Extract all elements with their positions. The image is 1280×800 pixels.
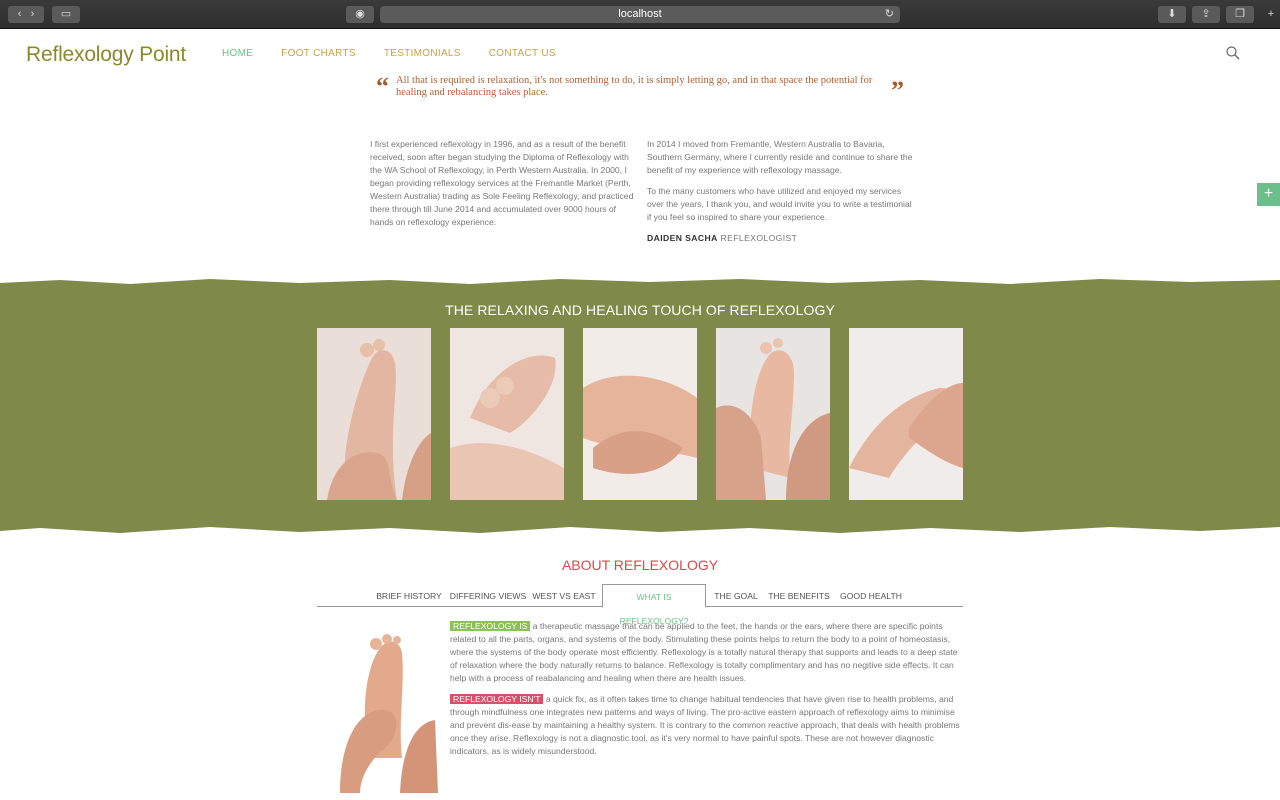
nav-foot-charts[interactable]: FOOT CHARTS <box>281 48 356 59</box>
reflexology-is-paragraph: REFLEXOLOGY IS a therapeutic massage tha… <box>450 620 960 685</box>
testimonial-quote: “ All that is required is relaxation, it… <box>376 72 906 105</box>
close-quote-icon: ” <box>891 76 904 105</box>
intro-left-text: I first experienced reflexology in 1996,… <box>370 139 634 227</box>
signature: DAIDEN SACHA REFLEXOLOGIST <box>647 232 913 245</box>
gallery-photo-5[interactable] <box>849 328 963 500</box>
intro-right-text-1: In 2014 I moved from Fremantle, Western … <box>647 139 913 175</box>
plus-icon: + <box>1263 185 1274 202</box>
privacy-icon: ◉ <box>355 8 365 20</box>
about-tabs: BRIEF HISTORY DIFFERING VIEWS WEST VS EA… <box>317 584 963 626</box>
downloads-button[interactable]: ⬇ <box>1158 6 1186 23</box>
main-nav: HOME FOOT CHARTS TESTIMONIALS CONTACT US <box>222 48 584 59</box>
browser-toolbar: ‹ › ▭ ◉ localhost ↻ ⬇ ⇪ ❐ + <box>0 0 1280 29</box>
search-icon[interactable] <box>1226 46 1240 60</box>
side-plus-button[interactable]: + <box>1257 183 1280 206</box>
intro-right-text-2: To the many customers who have utilized … <box>647 186 912 222</box>
nav-home[interactable]: HOME <box>222 48 253 59</box>
plus-icon: + <box>1267 8 1275 20</box>
tab-the-benefits[interactable]: THE BENEFITS <box>767 584 831 607</box>
new-tab-button[interactable]: + <box>1262 6 1280 23</box>
nav-contact-us[interactable]: CONTACT US <box>489 48 556 59</box>
intro-right-column: In 2014 I moved from Fremantle, Western … <box>647 138 913 245</box>
reflexology-isnt-paragraph: REFLEXOLOGY ISN'T a quick fix, as it oft… <box>450 693 960 758</box>
tab-differing-views[interactable]: DIFFERING VIEWS <box>449 584 527 607</box>
address-bar[interactable]: localhost ↻ <box>380 6 900 23</box>
gallery-photo-2[interactable] <box>450 328 564 500</box>
back-forward-buttons[interactable]: ‹ › <box>8 6 44 23</box>
gallery-photo-3[interactable] <box>583 328 697 500</box>
gallery-title: THE RELAXING AND HEALING TOUCH OF REFLEX… <box>445 302 835 318</box>
reflexology-is-label: REFLEXOLOGY IS <box>450 621 531 631</box>
forward-icon[interactable]: › <box>31 8 35 20</box>
tabs-button[interactable]: ❐ <box>1226 6 1254 23</box>
gallery-photo-4[interactable] <box>716 328 830 500</box>
reflexology-isnt-label: REFLEXOLOGY ISN'T <box>450 694 544 704</box>
sidebar-toggle-button[interactable]: ▭ <box>52 6 80 23</box>
back-icon[interactable]: ‹ <box>18 8 22 20</box>
nav-testimonials[interactable]: TESTIMONIALS <box>384 48 461 59</box>
share-button[interactable]: ⇪ <box>1192 6 1220 23</box>
about-foot-image <box>330 628 440 793</box>
tab-west-vs-east[interactable]: WEST VS EAST <box>531 584 597 607</box>
reload-icon[interactable]: ↻ <box>885 6 894 23</box>
url-text: localhost <box>618 8 662 20</box>
intro-left-column: I first experienced reflexology in 1996,… <box>370 138 636 237</box>
download-icon: ⬇ <box>1167 8 1177 20</box>
privacy-button[interactable]: ◉ <box>346 6 374 23</box>
sidebar-icon: ▭ <box>60 8 72 20</box>
tab-what-is-reflexology[interactable]: WHAT IS REFLEXOLOGY? <box>602 584 706 626</box>
gallery-photo-1[interactable] <box>317 328 431 500</box>
quote-text: All that is required is relaxation, it's… <box>396 75 873 98</box>
tabs-icon: ❐ <box>1235 8 1245 20</box>
share-icon: ⇪ <box>1201 8 1211 20</box>
about-title: ABOUT REFLEXOLOGY <box>561 557 719 573</box>
about-content: REFLEXOLOGY IS a therapeutic massage tha… <box>450 620 960 766</box>
tab-good-health[interactable]: GOOD HEALTH <box>838 584 904 607</box>
open-quote-icon: “ <box>376 72 389 101</box>
signature-role: REFLEXOLOGIST <box>720 233 798 243</box>
site-logo[interactable]: Reflexology Point <box>26 43 186 67</box>
tab-the-goal[interactable]: THE GOAL <box>711 584 761 607</box>
signature-name: DAIDEN SACHA <box>647 233 718 243</box>
tab-brief-history[interactable]: BRIEF HISTORY <box>373 584 445 607</box>
